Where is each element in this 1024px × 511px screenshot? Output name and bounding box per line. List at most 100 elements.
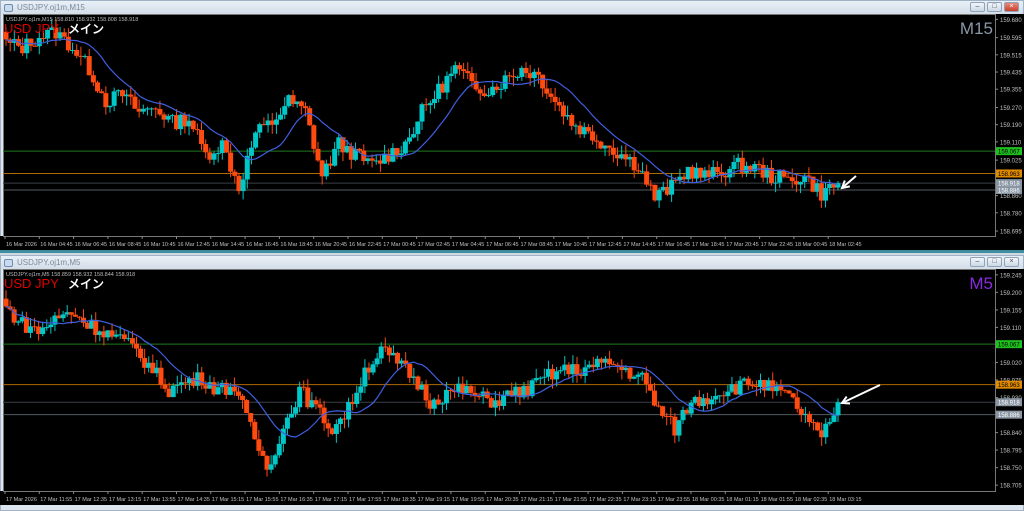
close-button[interactable]: ×: [1004, 257, 1019, 267]
bear-candle: [535, 71, 541, 75]
bear-candle: [61, 32, 67, 37]
time-tick-label: 17 Mar 02:45: [418, 242, 450, 248]
window-title: USDJPY.oj1m,M5: [17, 258, 81, 267]
level-price-label: 158.963: [998, 383, 1020, 389]
bear-candle: [72, 314, 78, 317]
bear-candle: [643, 372, 649, 384]
window-titlebar[interactable]: USDJPY.oj1m,M5: [1, 256, 1023, 269]
maximize-button[interactable]: □: [987, 2, 1002, 12]
bull-candle: [170, 385, 176, 398]
bull-candle: [268, 464, 274, 470]
time-tick-label: 17 Mar 2026: [6, 497, 37, 503]
bear-candle: [756, 164, 762, 166]
time-tick-label: 17 Mar 16:35: [280, 497, 312, 503]
chart-window-icon: [4, 3, 13, 12]
maximize-button[interactable]: □: [987, 257, 1002, 267]
plot-area: [3, 14, 995, 236]
bear-candle: [523, 67, 529, 74]
chart-m15[interactable]: 159.680 159.595 159.515 159.435 159.355 159.2…: [0, 14, 1024, 250]
bear-candle: [552, 96, 558, 103]
bull-candle: [111, 91, 117, 106]
bull-candle: [427, 103, 433, 106]
price-tick-label: 159.025: [1000, 159, 1022, 165]
chart-m5[interactable]: 159.245 159.200 159.155 159.110 159.020 158.9…: [0, 269, 1024, 505]
bear-candle: [240, 395, 246, 401]
time-tick-label: 18 Mar 01:15: [726, 497, 758, 503]
price-tick-label: 158.705: [1000, 484, 1022, 490]
time-tick-label: 17 Mar 13:55: [143, 497, 175, 503]
bear-candle: [223, 140, 229, 153]
time-tick-label: 16 Mar 16:45: [246, 242, 278, 248]
bull-candle: [398, 153, 404, 156]
level-price-label: 159.067: [998, 343, 1020, 349]
bear-candle: [99, 91, 105, 94]
bear-candle: [456, 65, 462, 70]
time-tick-label: 17 Mar 18:45: [692, 242, 724, 248]
bull-candle: [40, 327, 46, 335]
bull-candle: [165, 116, 171, 120]
bear-candle: [248, 413, 254, 422]
time-tick-label: 17 Mar 21:55: [555, 497, 587, 503]
bull-candle: [731, 162, 737, 170]
time-tick-label: 17 Mar 04:45: [452, 242, 484, 248]
time-tick-label: 17 Mar 14:35: [178, 497, 210, 503]
time-tick-label: 17 Mar 12:45: [589, 242, 621, 248]
bear-candle: [607, 358, 613, 365]
bull-candle: [798, 181, 804, 185]
time-tick-label: 16 Mar 14:45: [212, 242, 244, 248]
window-titlebar[interactable]: USDJPY.oj1m,M15: [1, 1, 1023, 14]
bear-candle: [484, 391, 490, 399]
bear-candle: [815, 422, 821, 431]
chart-window-icon: [4, 258, 13, 267]
minimize-button[interactable]: –: [970, 2, 985, 12]
price-tick-label: 159.020: [1000, 361, 1022, 367]
bull-candle: [444, 76, 450, 93]
bull-candle: [669, 179, 675, 195]
time-tick-label: 18 Mar 00:45: [795, 242, 827, 248]
bull-candle: [297, 386, 303, 408]
close-button[interactable]: ×: [1004, 2, 1019, 12]
time-tick-label: 17 Mar 11:55: [40, 497, 72, 503]
bear-candle: [28, 38, 34, 46]
price-tick-label: 159.680: [1000, 18, 1022, 24]
bear-candle: [76, 316, 82, 318]
price-tick-label: 159.110: [1000, 326, 1022, 332]
minimize-button[interactable]: –: [970, 257, 985, 267]
time-tick-label: 17 Mar 19:55: [452, 497, 484, 503]
bull-candle: [36, 37, 42, 47]
bull-candle: [823, 188, 829, 201]
bear-candle: [651, 390, 657, 406]
bear-candle: [138, 348, 144, 359]
bear-candle: [315, 148, 321, 161]
bull-candle: [354, 392, 360, 404]
window-title: USDJPY.oj1m,M15: [17, 3, 85, 12]
bear-candle: [134, 343, 140, 349]
bear-candle: [714, 167, 720, 173]
bull-candle: [709, 399, 715, 405]
bull-candle: [676, 420, 682, 436]
bear-candle: [232, 171, 238, 176]
bear-candle: [199, 130, 205, 144]
bear-candle: [244, 400, 250, 414]
bear-candle: [631, 157, 637, 171]
bear-candle: [298, 101, 304, 107]
bear-candle: [80, 317, 86, 323]
bear-candle: [382, 346, 388, 348]
time-tick-label: 18 Mar 02:45: [829, 242, 861, 248]
time-tick-label: 17 Mar 23:15: [623, 497, 655, 503]
bear-candle: [325, 423, 331, 429]
bear-candle: [468, 386, 474, 393]
bull-candle: [215, 153, 221, 155]
level-price-label: 158.918: [998, 401, 1020, 407]
bull-candle: [257, 124, 263, 133]
bear-candle: [476, 396, 482, 398]
symbol-label: USD JPY: [4, 21, 59, 36]
bull-candle: [358, 386, 364, 393]
bull-candle: [635, 374, 641, 377]
bull-candle: [725, 391, 731, 397]
time-tick-label: 17 Mar 18:35: [383, 497, 415, 503]
bull-candle: [713, 395, 719, 400]
bear-candle: [556, 102, 562, 106]
bull-candle: [253, 132, 259, 148]
bull-candle: [835, 402, 841, 416]
